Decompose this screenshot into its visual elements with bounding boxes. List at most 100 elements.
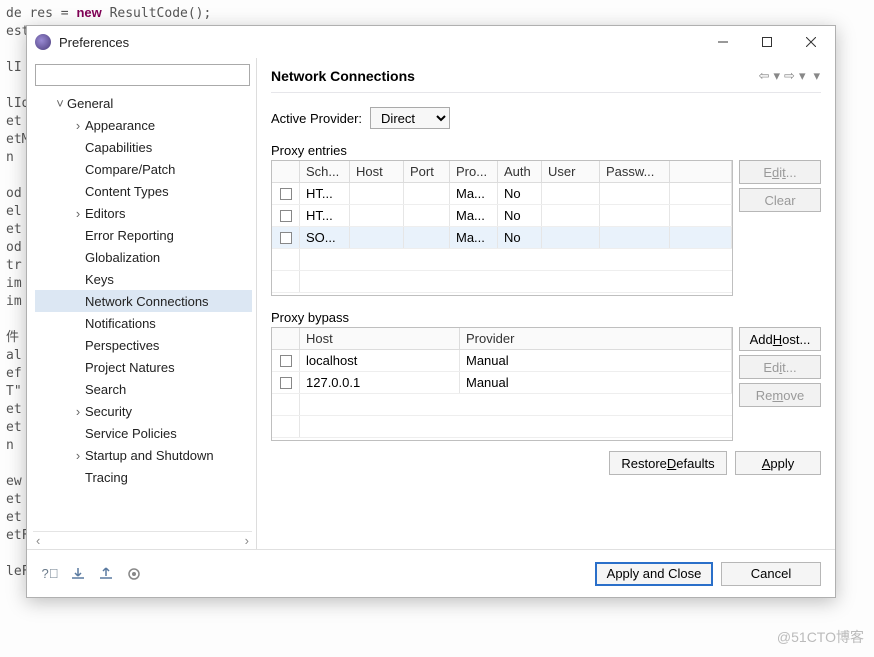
proxy-edit-button[interactable]: Edit... bbox=[739, 160, 821, 184]
tree-item-notifications[interactable]: Notifications bbox=[35, 312, 252, 334]
tree-item-error-reporting[interactable]: Error Reporting bbox=[35, 224, 252, 246]
right-pane: Network Connections ⇦▾ ⇨▾ ▾ Active Provi… bbox=[257, 58, 835, 549]
checkbox[interactable] bbox=[280, 188, 292, 200]
cancel-button[interactable]: Cancel bbox=[721, 562, 821, 586]
tree-horizontal-scrollbar[interactable]: ‹› bbox=[33, 531, 252, 549]
proxy-bypass-label: Proxy bypass bbox=[271, 310, 821, 325]
restore-defaults-button[interactable]: Restore Defaults bbox=[609, 451, 727, 475]
table-row[interactable]: 127.0.0.1Manual bbox=[272, 372, 732, 394]
tree-item-appearance[interactable]: ›Appearance bbox=[35, 114, 252, 136]
forward-icon[interactable]: ⇨ bbox=[783, 68, 796, 84]
tree-item-security[interactable]: ›Security bbox=[35, 400, 252, 422]
close-button[interactable] bbox=[789, 27, 833, 57]
cell: SO... bbox=[300, 227, 350, 248]
column-header[interactable]: Pro... bbox=[450, 161, 498, 182]
checkbox[interactable] bbox=[280, 210, 292, 222]
dropdown-icon[interactable]: ▾ bbox=[798, 68, 807, 84]
column-header[interactable]: Sch... bbox=[300, 161, 350, 182]
menu-dropdown-icon[interactable]: ▾ bbox=[812, 68, 821, 84]
cell bbox=[404, 183, 450, 204]
cell bbox=[404, 227, 450, 248]
record-icon[interactable] bbox=[125, 565, 143, 583]
cell: No bbox=[498, 205, 542, 226]
tree-item-label: Content Types bbox=[85, 184, 169, 199]
column-header[interactable]: User bbox=[542, 161, 600, 182]
cell: Manual bbox=[460, 372, 732, 393]
table-row[interactable]: SO...Ma...No bbox=[272, 227, 732, 249]
tree-item-project-natures[interactable]: Project Natures bbox=[35, 356, 252, 378]
minimize-button[interactable] bbox=[701, 27, 745, 57]
cell bbox=[600, 183, 670, 204]
tree-item-network-connections[interactable]: Network Connections bbox=[35, 290, 252, 312]
checkbox[interactable] bbox=[280, 355, 292, 367]
chevron-right-icon: › bbox=[71, 118, 85, 133]
preferences-dialog: Preferences ˅General ›AppearanceCapabili… bbox=[26, 25, 836, 598]
tree-item-general[interactable]: ˅General bbox=[35, 92, 252, 114]
cell bbox=[600, 205, 670, 226]
column-header[interactable]: Passw... bbox=[600, 161, 670, 182]
cell bbox=[350, 183, 404, 204]
tree-item-label: Error Reporting bbox=[85, 228, 174, 243]
left-pane: ˅General ›AppearanceCapabilities Compare/… bbox=[27, 58, 257, 549]
tree-item-label: Network Connections bbox=[85, 294, 209, 309]
chevron-right-icon: › bbox=[71, 448, 85, 463]
bypass-edit-button[interactable]: Edit... bbox=[739, 355, 821, 379]
tree-item-label: Startup and Shutdown bbox=[85, 448, 214, 463]
proxy-bypass-table[interactable]: Host Provider localhostManual127.0.0.1Ma… bbox=[271, 327, 733, 441]
back-icon[interactable]: ⇦ bbox=[758, 68, 771, 84]
checkbox[interactable] bbox=[280, 232, 292, 244]
tree-item-search[interactable]: Search bbox=[35, 378, 252, 400]
tree-item-label: Notifications bbox=[85, 316, 156, 331]
column-header[interactable]: Auth bbox=[498, 161, 542, 182]
cell: Ma... bbox=[450, 205, 498, 226]
tree-item-globalization[interactable]: Globalization bbox=[35, 246, 252, 268]
tree-item-service-policies[interactable]: Service Policies bbox=[35, 422, 252, 444]
cell: No bbox=[498, 227, 542, 248]
column-header[interactable]: Provider bbox=[460, 328, 732, 349]
cell: HT... bbox=[300, 205, 350, 226]
cell bbox=[542, 205, 600, 226]
tree-item-compare-patch[interactable]: Compare/Patch bbox=[35, 158, 252, 180]
column-header[interactable]: Host bbox=[300, 328, 460, 349]
table-row[interactable]: HT...Ma...No bbox=[272, 183, 732, 205]
tree-item-content-types[interactable]: Content Types bbox=[35, 180, 252, 202]
tree-item-keys[interactable]: Keys bbox=[35, 268, 252, 290]
table-row[interactable]: HT... Ma...No bbox=[272, 205, 732, 227]
cell: Manual bbox=[460, 350, 732, 371]
active-provider-label: Active Provider: bbox=[271, 111, 362, 126]
active-provider-select[interactable]: Direct bbox=[370, 107, 450, 129]
tree-item-perspectives[interactable]: Perspectives bbox=[35, 334, 252, 356]
tree-filter-input[interactable] bbox=[35, 64, 250, 86]
checkbox[interactable] bbox=[280, 377, 292, 389]
tree-item-capabilities[interactable]: Capabilities bbox=[35, 136, 252, 158]
cell: localhost bbox=[300, 350, 460, 371]
table-row[interactable]: localhostManual bbox=[272, 350, 732, 372]
bypass-remove-button[interactable]: Remove bbox=[739, 383, 821, 407]
tree-item-label: Perspectives bbox=[85, 338, 159, 353]
column-header[interactable]: Port bbox=[404, 161, 450, 182]
proxy-entries-table[interactable]: Sch...HostPortPro...AuthUserPassw... HT.… bbox=[271, 160, 733, 296]
preferences-tree[interactable]: ˅General ›AppearanceCapabilities Compare/… bbox=[33, 92, 252, 529]
tree-item-label: Service Policies bbox=[85, 426, 177, 441]
tree-item-editors[interactable]: ›Editors bbox=[35, 202, 252, 224]
add-host-button[interactable]: Add Host... bbox=[739, 327, 821, 351]
maximize-button[interactable] bbox=[745, 27, 789, 57]
tree-item-label: Globalization bbox=[85, 250, 160, 265]
tree-item-label: Search bbox=[85, 382, 126, 397]
proxy-clear-button[interactable]: Clear bbox=[739, 188, 821, 212]
dropdown-icon[interactable]: ▾ bbox=[773, 68, 782, 84]
apply-button[interactable]: Apply bbox=[735, 451, 821, 475]
cell bbox=[542, 183, 600, 204]
cell: 127.0.0.1 bbox=[300, 372, 460, 393]
tree-item-label: Security bbox=[85, 404, 132, 419]
export-icon[interactable] bbox=[97, 565, 115, 583]
tree-item-startup-and-shutdown[interactable]: ›Startup and Shutdown bbox=[35, 444, 252, 466]
apply-and-close-button[interactable]: Apply and Close bbox=[595, 562, 713, 586]
import-icon[interactable] bbox=[69, 565, 87, 583]
tree-item-tracing[interactable]: Tracing bbox=[35, 466, 252, 488]
column-header[interactable]: Host bbox=[350, 161, 404, 182]
dialog-footer: ?⃝ Apply and Close Cancel bbox=[27, 549, 835, 597]
tree-item-label: Tracing bbox=[85, 470, 128, 485]
help-icon[interactable]: ?⃝ bbox=[41, 565, 59, 583]
tree-item-label: Compare/Patch bbox=[85, 162, 175, 177]
